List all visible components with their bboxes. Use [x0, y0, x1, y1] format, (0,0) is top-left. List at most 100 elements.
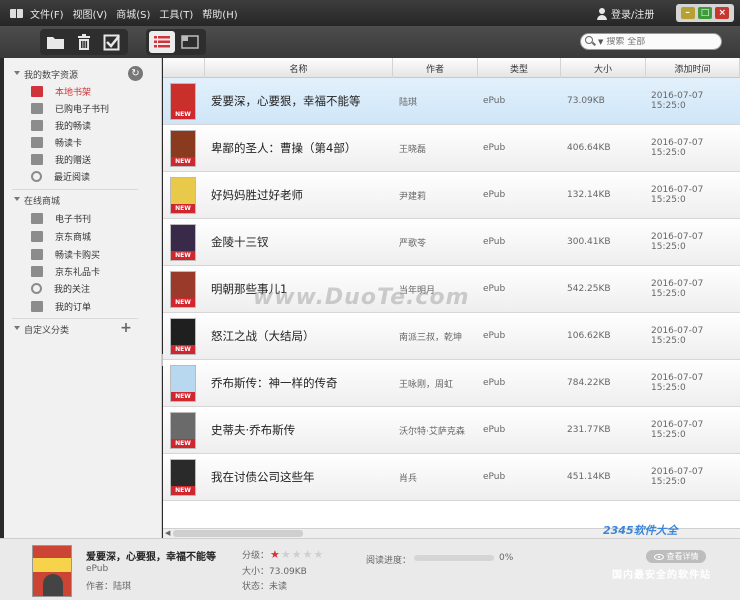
sidebar-item-label: 已购电子书刊 [55, 105, 110, 115]
add-category-icon[interactable]: + [120, 321, 132, 335]
shelf-view-button[interactable] [177, 31, 203, 53]
book-size: 300.41KB [567, 237, 611, 247]
search-scope-dropdown-icon[interactable]: ▼ [598, 38, 603, 46]
header-author[interactable]: 作者 [393, 58, 478, 78]
header-added[interactable]: 添加时间 [646, 58, 740, 78]
user-icon [596, 7, 608, 20]
table-row[interactable]: NEW 我在讨债公司这些年 肖兵 ePub 451.14KB 2016-07-07 15:… [163, 454, 740, 501]
gift-icon [31, 154, 43, 165]
file-actions-group [40, 29, 128, 55]
divider [12, 189, 138, 190]
star-icon[interactable]: ★ [314, 548, 324, 561]
sidebar-item-label: 最近阅读 [54, 173, 91, 183]
shelf-view-icon [181, 35, 199, 49]
sidebar-item-recent[interactable]: 最近阅读 [4, 168, 162, 185]
menu-view[interactable]: 视图(V) [73, 6, 108, 21]
sidebar-item-following[interactable]: 我的关注 [4, 280, 162, 297]
reading-progress-bar [414, 555, 494, 561]
book-type: ePub [483, 378, 506, 388]
sidebar-item-my-reading[interactable]: 我的畅读 [4, 117, 162, 134]
book-cover-thumbnail: NEW [170, 270, 196, 308]
refresh-icon[interactable]: ↻ [128, 66, 143, 81]
new-badge: NEW [171, 250, 195, 260]
header-type[interactable]: 类型 [478, 58, 561, 78]
delete-button[interactable] [71, 31, 97, 53]
list-view-icon [154, 36, 170, 48]
maximize-button[interactable]: □ [697, 7, 712, 19]
table-row[interactable]: NEW 好妈妈胜过好老师 尹建莉 ePub 132.14KB 2016-07-07 15:… [163, 172, 740, 219]
book-size: 132.14KB [567, 190, 611, 200]
scroll-left-icon[interactable]: ◀ [165, 529, 170, 537]
section-online-store[interactable]: 在线商城 [4, 191, 162, 209]
section-custom-categories[interactable]: 自定义分类 + [4, 320, 162, 338]
sidebar-item-label: 京东礼品卡 [55, 268, 101, 278]
book-added: 2016-07-07 15:25:0 [651, 279, 704, 299]
menu-file[interactable]: 文件(F) [30, 6, 64, 21]
book-type: ePub [483, 472, 506, 482]
toolbar: ▼ [0, 26, 740, 58]
star-icon[interactable]: ★ [292, 548, 302, 561]
card-icon [31, 137, 43, 148]
close-button[interactable]: × [715, 7, 730, 19]
header-size[interactable]: 大小 [561, 58, 646, 78]
section-my-resources[interactable]: 我的数字资源 ↻ [4, 65, 162, 83]
star-icon[interactable]: ★ [303, 548, 313, 561]
menu-tools[interactable]: 工具(T) [159, 6, 193, 21]
menu-store[interactable]: 商城(S) [116, 6, 150, 21]
book-type: ePub [483, 190, 506, 200]
ebook-icon [31, 213, 43, 224]
new-badge: NEW [171, 203, 195, 213]
menu-bar: 文件(F) 视图(V) 商城(S) 工具(T) 帮助(H) [30, 6, 238, 21]
cover-figure [43, 574, 63, 596]
book-added: 2016-07-07 15:25:0 [651, 326, 704, 346]
reading-icon [31, 120, 43, 131]
view-detail-button[interactable]: 查看详情 [646, 550, 706, 563]
table-row[interactable]: NEW 史蒂夫·乔布斯传 沃尔特·艾萨克森 ePub 231.77KB 2016-07-0… [163, 407, 740, 454]
search-box[interactable]: ▼ [580, 33, 722, 50]
selected-book-author: 作者：陆琪 [86, 582, 132, 592]
rating-label: 分级： [242, 551, 270, 561]
book-added: 2016-07-07 15:25:0 [651, 232, 704, 252]
collapse-triangle-icon [14, 197, 20, 201]
sidebar-item-orders[interactable]: 我的订单 [4, 298, 162, 315]
menu-help[interactable]: 帮助(H) [202, 6, 237, 21]
search-input[interactable] [606, 36, 707, 47]
book-size: 406.64KB [567, 143, 611, 153]
purchased-icon [31, 103, 43, 114]
sidebar-item-buy-card[interactable]: 畅读卡购买 [4, 246, 162, 263]
book-size: 231.77KB [567, 425, 611, 435]
book-cover-thumbnail: NEW [170, 317, 196, 355]
sidebar-item-reading-card[interactable]: 畅读卡 [4, 134, 162, 151]
book-author: 肖兵 [399, 473, 418, 484]
sidebar-item-label: 我的赠送 [55, 156, 92, 166]
bookshelf-icon [31, 86, 43, 97]
header-name[interactable]: 名称 [205, 58, 393, 78]
open-folder-button[interactable] [43, 31, 69, 53]
sidebar-item-gift-card[interactable]: 京东礼品卡 [4, 263, 162, 280]
book-title: 金陵十三钗 [211, 235, 269, 249]
table-row[interactable]: NEW 怒江之战（大结局） 南派三叔，乾坤 ePub 106.62KB 2016-07-0… [163, 313, 740, 360]
brand-tagline: 国内最安全的软件站 [612, 570, 711, 581]
book-size: 451.14KB [567, 472, 611, 482]
star-icon[interactable]: ★ [270, 548, 280, 561]
sidebar-item-my-gifts[interactable]: 我的赠送 [4, 151, 162, 168]
book-type: ePub [483, 143, 506, 153]
minimize-button[interactable]: – [680, 7, 695, 19]
sidebar-item-jd-store[interactable]: 京东商城 [4, 228, 162, 245]
book-type: ePub [483, 331, 506, 341]
table-row[interactable]: NEW 乔布斯传：神一样的传奇 王咏刚，周虹 ePub 784.22KB 2016-07-… [163, 360, 740, 407]
scrollbar-thumb[interactable] [173, 530, 303, 537]
table-row[interactable]: NEW 金陵十三钗 严歌苓 ePub 300.41KB 2016-07-07 15:25:… [163, 219, 740, 266]
select-button[interactable] [99, 31, 125, 53]
book-title: 卑鄙的圣人：曹操（第4部） [211, 141, 357, 155]
list-view-button[interactable] [149, 31, 175, 53]
table-row[interactable]: NEW 爱要深，心要狠，幸福不能等 陆琪 ePub 73.09KB 2016-07-07 … [163, 78, 740, 125]
sidebar-item-local-bookshelf[interactable]: 本地书架 [4, 83, 162, 100]
sidebar-item-purchased[interactable]: 已购电子书刊 [4, 100, 162, 117]
login-button[interactable]: 登录/注册 [596, 6, 654, 21]
table-row[interactable]: NEW 卑鄙的圣人：曹操（第4部） 王晓磊 ePub 406.64KB 2016-07-0… [163, 125, 740, 172]
sidebar-item-ebooks[interactable]: 电子书刊 [4, 210, 162, 227]
rating-stars[interactable]: ★★★★★ [269, 548, 323, 561]
table-header: 名称 作者 类型 大小 添加时间 [163, 58, 740, 78]
star-icon[interactable]: ★ [281, 548, 291, 561]
